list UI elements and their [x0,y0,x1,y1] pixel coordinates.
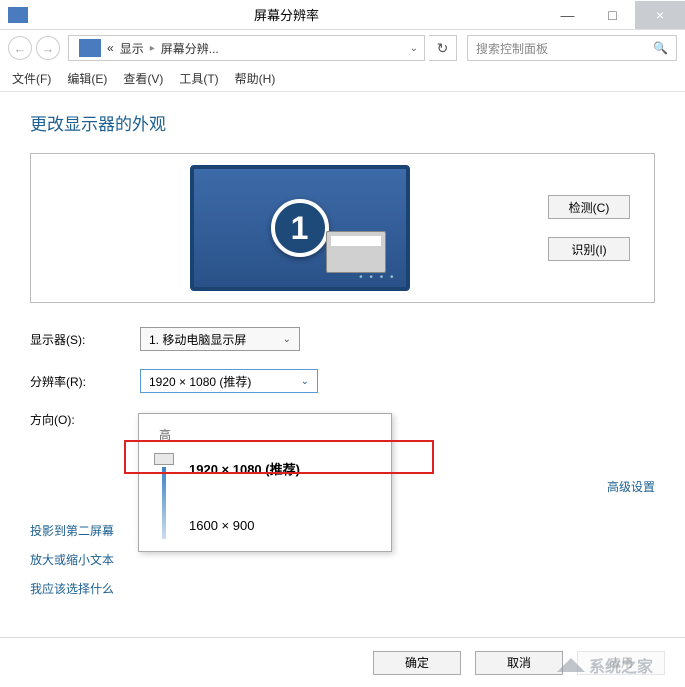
breadcrumb-seg-display[interactable]: 显示 [120,40,144,57]
window-title: 屏幕分辨率 [28,5,545,24]
project-link[interactable]: 投影到第二屏幕 [30,522,114,539]
resolution-label: 分辨率(R): [30,373,140,390]
close-button[interactable]: × [635,1,685,29]
menu-help[interactable]: 帮助(H) [235,70,276,87]
detect-button[interactable]: 检测(C) [548,195,630,219]
monitor-preview-box: 1 • • • • 检测(C) 识别(I) [30,153,655,303]
menu-view[interactable]: 查看(V) [123,70,163,87]
display-select-value: 1. 移动电脑显示屏 [149,331,246,348]
monitor-number-badge: 1 [271,199,329,257]
cancel-button[interactable]: 取消 [475,651,563,675]
search-input[interactable]: 搜索控制面板 🔍 [467,35,677,61]
breadcrumb-seg-resolution[interactable]: 屏幕分辨... [161,40,219,57]
watermark: 系统之家 [557,643,677,687]
search-placeholder: 搜索控制面板 [476,40,653,57]
resolution-select-value: 1920 × 1080 (推荐) [149,373,251,390]
maximize-button[interactable]: □ [590,1,635,29]
app-icon [8,7,28,23]
orientation-label: 方向(O): [30,411,140,428]
dropdown-header-high: 高 [139,422,391,447]
back-button[interactable]: ← [8,36,32,60]
address-dropdown-caret[interactable]: ⌄ [410,43,418,54]
menu-tools[interactable]: 工具(T) [179,70,218,87]
display-label: 显示器(S): [30,331,140,348]
ok-button[interactable]: 确定 [373,651,461,675]
choose-help-link[interactable]: 我应该选择什么 [30,580,114,597]
forward-button[interactable]: → [36,36,60,60]
page-title: 更改显示器的外观 [30,110,655,135]
resolution-slider[interactable] [153,453,175,539]
breadcrumb-chevrons: « [107,41,114,55]
keyboard-icon [326,231,386,273]
address-bar[interactable]: « 显示 ▸ 屏幕分辨... ⌄ [68,35,425,61]
identify-button[interactable]: 识别(I) [548,237,630,261]
resolution-option-1600[interactable]: 1600 × 900 [189,512,377,539]
chevron-down-icon: ⌄ [301,376,309,387]
refresh-button[interactable]: ↻ [429,35,457,61]
house-icon [557,658,585,672]
monitor-preview[interactable]: 1 • • • • [190,165,410,291]
advanced-settings-link[interactable]: 高级设置 [607,478,655,495]
minimize-button[interactable]: — [545,1,590,29]
menu-file[interactable]: 文件(F) [12,70,51,87]
chevron-down-icon: ⌄ [283,334,291,345]
slider-thumb[interactable] [154,453,174,465]
slider-track [162,467,166,539]
search-icon: 🔍 [653,41,668,55]
menu-edit[interactable]: 编辑(E) [67,70,107,87]
monitor-dots: • • • • [359,272,395,283]
display-select[interactable]: 1. 移动电脑显示屏 ⌄ [140,327,300,351]
scale-text-link[interactable]: 放大或缩小文本 [30,551,114,568]
resolution-select[interactable]: 1920 × 1080 (推荐) ⌄ [140,369,318,393]
watermark-text: 系统之家 [589,653,653,677]
resolution-option-1920[interactable]: 1920 × 1080 (推荐) [189,453,377,484]
folder-icon [79,39,101,57]
resolution-dropdown: 高 1920 × 1080 (推荐) 1600 × 900 [138,413,392,552]
chevron-right-icon: ▸ [150,43,155,54]
